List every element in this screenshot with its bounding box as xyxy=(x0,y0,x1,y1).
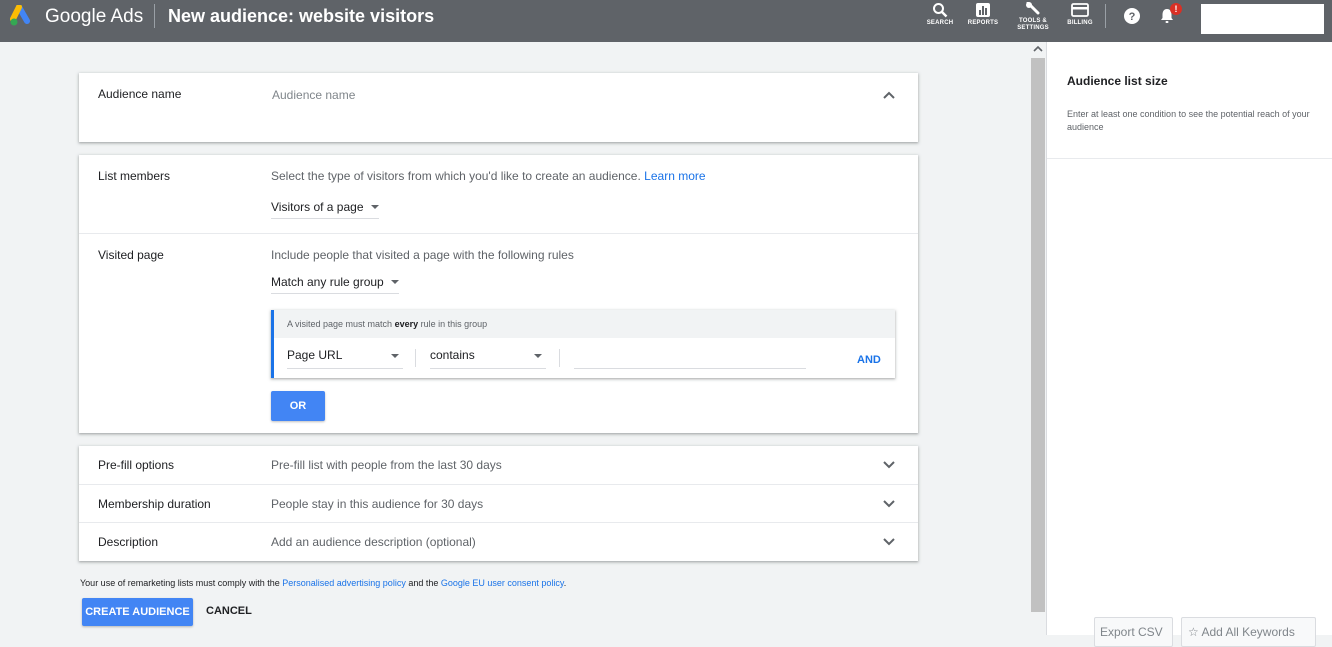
visitor-type-value: Visitors of a page xyxy=(271,200,364,214)
eu-consent-policy-link[interactable]: Google EU user consent policy xyxy=(441,578,564,588)
svg-text:?: ? xyxy=(1129,11,1136,23)
wrench-icon xyxy=(1026,2,1040,15)
billing-label: BILLING xyxy=(1067,20,1093,26)
add-all-keywords-label: Add All Keywords xyxy=(1201,625,1295,639)
reports-button[interactable]: REPORTS xyxy=(966,0,1000,42)
description-label: Description xyxy=(98,535,159,549)
description-row[interactable]: Description Add an audience description … xyxy=(79,523,918,561)
add-all-keywords-button[interactable]: ☆ Add All Keywords xyxy=(1181,617,1316,647)
account-area[interactable] xyxy=(1201,4,1324,34)
reports-icon xyxy=(976,3,990,17)
membership-duration-value: People stay in this audience for 30 days xyxy=(271,497,484,511)
rule-group-header: A visited page must match every rule in … xyxy=(274,310,895,338)
rule-field-value: Page URL xyxy=(287,348,343,362)
star-icon: ☆ xyxy=(1188,625,1199,639)
rule-separator xyxy=(559,349,560,367)
visitor-type-dropdown[interactable]: Visitors of a page xyxy=(271,200,379,219)
match-rule-dropdown[interactable]: Match any rule group xyxy=(271,275,399,294)
page-title: New audience: website visitors xyxy=(168,6,435,26)
tools-settings-label: TOOLS & SETTINGS xyxy=(1017,18,1049,31)
dropdown-arrow-icon xyxy=(370,205,379,209)
cancel-button[interactable]: CANCEL xyxy=(206,605,252,617)
membership-duration-label: Membership duration xyxy=(98,497,211,511)
header-divider-2 xyxy=(1105,4,1106,28)
tools-settings-button[interactable]: TOOLS & SETTINGS xyxy=(1013,0,1053,42)
search-label: SEARCH xyxy=(926,20,954,26)
chevron-down-icon xyxy=(883,461,895,469)
reports-label: REPORTS xyxy=(967,20,999,26)
audience-size-panel: Audience list size Enter at least one co… xyxy=(1046,42,1332,647)
panel-hint: Enter at least one condition to see the … xyxy=(1067,109,1310,132)
chevron-up-icon[interactable] xyxy=(883,91,895,99)
help-icon[interactable]: ? xyxy=(1123,7,1141,25)
rule-separator xyxy=(415,349,416,367)
rule-operator-dropdown[interactable]: contains xyxy=(430,348,546,369)
description-value: Add an audience description (optional) xyxy=(271,535,476,549)
panel-title: Audience list size xyxy=(1067,74,1168,88)
audience-name-input[interactable]: Audience name xyxy=(272,88,355,102)
visited-page-hint: Include people that visited a page with … xyxy=(271,248,574,262)
prefill-options-label: Pre-fill options xyxy=(98,458,175,472)
list-members-label: List members xyxy=(98,169,171,183)
rule-value-input[interactable] xyxy=(574,348,806,369)
audience-name-card: Audience name Audience name xyxy=(79,73,918,142)
credit-card-icon xyxy=(1071,3,1089,17)
or-button[interactable]: OR xyxy=(271,391,325,421)
google-ads-logo-icon[interactable] xyxy=(10,5,36,27)
list-members-hint: Select the type of visitors from which y… xyxy=(271,169,706,183)
export-csv-button[interactable]: Export CSV xyxy=(1094,617,1173,647)
dropdown-arrow-icon xyxy=(534,354,542,358)
brand-name[interactable]: Google Ads xyxy=(45,6,143,28)
chevron-down-icon xyxy=(883,538,895,546)
personalised-advertising-policy-link[interactable]: Personalised advertising policy xyxy=(282,578,406,588)
scroll-up-arrow-icon[interactable] xyxy=(1033,45,1043,53)
learn-more-link[interactable]: Learn more xyxy=(644,169,705,183)
membership-duration-row[interactable]: Membership duration People stay in this … xyxy=(79,485,918,523)
notification-badge: ! xyxy=(1170,3,1182,15)
search-button[interactable]: SEARCH xyxy=(925,0,955,42)
create-audience-button[interactable]: CREATE AUDIENCE xyxy=(82,598,193,626)
match-rule-value: Match any rule group xyxy=(271,275,384,289)
search-icon xyxy=(933,3,948,18)
rule-operator-value: contains xyxy=(430,348,475,362)
header-divider xyxy=(154,4,155,28)
section-divider xyxy=(79,233,918,234)
policy-notice: Your use of remarketing lists must compl… xyxy=(80,578,567,588)
dropdown-arrow-icon xyxy=(390,280,399,284)
visited-page-label: Visited page xyxy=(98,248,164,262)
chevron-down-icon xyxy=(883,500,895,508)
billing-button[interactable]: BILLING xyxy=(1064,0,1096,42)
panel-divider xyxy=(1047,158,1332,159)
prefill-options-value: Pre-fill list with people from the last … xyxy=(271,458,502,472)
and-button[interactable]: AND xyxy=(857,354,881,366)
scrollbar-thumb[interactable] xyxy=(1031,58,1045,612)
options-card: Pre-fill options Pre-fill list with peop… xyxy=(79,446,918,561)
dropdown-arrow-icon xyxy=(391,354,399,358)
audience-rules-card: List members Select the type of visitors… xyxy=(79,155,918,433)
prefill-options-row[interactable]: Pre-fill options Pre-fill list with peop… xyxy=(79,446,918,484)
top-bar: Google Ads New audience: website visitor… xyxy=(0,0,1332,42)
rule-group: A visited page must match every rule in … xyxy=(271,310,895,378)
rule-field-dropdown[interactable]: Page URL xyxy=(287,348,403,369)
audience-name-label: Audience name xyxy=(98,87,182,101)
